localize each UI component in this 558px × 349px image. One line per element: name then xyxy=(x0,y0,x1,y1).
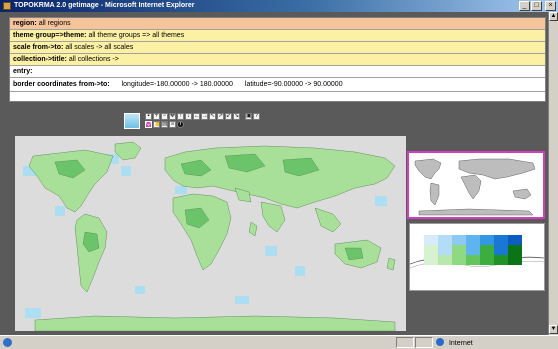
theme-row[interactable]: theme group=>theme: all theme groups => … xyxy=(10,30,545,42)
legend-swatch xyxy=(508,235,522,245)
lock-icon[interactable]: ▪ xyxy=(145,113,152,120)
arrow-left-icon[interactable]: ← xyxy=(193,113,200,120)
legend-swatch xyxy=(424,255,438,265)
window-titlebar: TOPOKRMA 2.0 getimage - Microsoft Intern… xyxy=(0,0,558,12)
scale-value[interactable]: all scales -> all scales xyxy=(65,44,133,51)
collection-value[interactable]: all collections -> xyxy=(69,56,119,63)
arrow-downleft-icon[interactable]: ↙ xyxy=(225,113,232,120)
help-icon[interactable]: ? xyxy=(253,113,260,120)
zoom-out-icon[interactable]: − xyxy=(161,113,168,120)
arrow-down-icon[interactable]: ↓ xyxy=(185,113,192,120)
entry-label: entry: xyxy=(13,68,33,75)
legend-swatch xyxy=(508,255,522,265)
filter-spacer xyxy=(10,92,545,101)
arrow-downright-icon[interactable]: ↘ xyxy=(233,113,240,120)
legend-swatch xyxy=(424,245,438,255)
close-button[interactable]: × xyxy=(545,1,556,11)
legend-swatch xyxy=(466,255,480,265)
arrow-upright-icon[interactable]: ↗ xyxy=(217,113,224,120)
scale-label: scale from->to: xyxy=(13,44,64,51)
collection-row[interactable]: collection->title: all collections -> xyxy=(10,54,545,66)
arrow-right-icon[interactable]: → xyxy=(201,113,208,120)
legend-swatch xyxy=(438,255,452,265)
legend-swatch xyxy=(508,245,522,255)
theme-label: theme group=>theme: xyxy=(13,32,87,39)
legend-swatch xyxy=(480,255,494,265)
map-toolbar: ▪ + − ✥ ↑ ↓ ← → ↖ ↗ ↙ ↘ ▣ ? Q ✋ ▤ ≡ i xyxy=(124,113,299,135)
overview-map-svg[interactable] xyxy=(409,153,543,217)
status-cell xyxy=(396,337,414,348)
page-icon xyxy=(3,338,12,347)
scroll-up-icon[interactable]: ▲ xyxy=(549,12,558,21)
print-icon[interactable]: ▤ xyxy=(161,121,168,128)
pan-icon[interactable]: ✥ xyxy=(169,113,176,120)
filter-panel: region: all regions theme group=>theme: … xyxy=(9,17,546,102)
border-row[interactable]: border coordinates from->to: longitude=-… xyxy=(10,78,545,92)
select-icon[interactable]: ▣ xyxy=(245,113,252,120)
legend-swatch xyxy=(480,235,494,245)
latitude-range[interactable]: latitude=-90.00000 -> 90.00000 xyxy=(245,81,343,88)
ie-icon xyxy=(3,2,11,10)
legend-swatch xyxy=(494,235,508,245)
vertical-scrollbar[interactable]: ▲ ▼ xyxy=(548,12,558,335)
security-zone: Internet xyxy=(436,338,473,348)
status-bar: Internet xyxy=(0,335,558,349)
legend-swatch xyxy=(494,255,508,265)
world-map[interactable] xyxy=(15,136,406,332)
legend-swatch xyxy=(466,235,480,245)
scale-row[interactable]: scale from->to: all scales -> all scales xyxy=(10,42,545,54)
maximize-button[interactable]: □ xyxy=(531,1,542,11)
status-cell xyxy=(415,337,433,348)
region-row[interactable]: region: all regions xyxy=(10,18,545,30)
minimize-button[interactable]: _ xyxy=(519,1,530,11)
legend-panel xyxy=(409,223,545,291)
arrow-up-icon[interactable]: ↑ xyxy=(177,113,184,120)
globe-icon[interactable] xyxy=(124,113,140,129)
legend-swatch xyxy=(424,235,438,245)
hand-icon[interactable]: ✋ xyxy=(153,121,160,128)
info-icon[interactable]: i xyxy=(177,121,184,128)
legend-swatch xyxy=(452,235,466,245)
world-map-svg[interactable] xyxy=(15,136,406,332)
list-icon[interactable]: ≡ xyxy=(169,121,176,128)
legend-swatch xyxy=(452,245,466,255)
legend-swatch xyxy=(438,245,452,255)
region-label: region: xyxy=(13,20,37,27)
legend-swatch xyxy=(438,235,452,245)
legend-swatch xyxy=(494,245,508,255)
arrow-upleft-icon[interactable]: ↖ xyxy=(209,113,216,120)
zoom-in-icon[interactable]: + xyxy=(153,113,160,120)
theme-value[interactable]: all theme groups => all themes xyxy=(88,32,184,39)
query-icon[interactable]: Q xyxy=(145,121,152,128)
overview-map[interactable] xyxy=(407,151,545,219)
legend-color-grid xyxy=(424,235,522,265)
collection-label: collection->title: xyxy=(13,56,67,63)
legend-swatch xyxy=(466,245,480,255)
border-label: border coordinates from->to: xyxy=(13,81,110,88)
legend-swatch xyxy=(452,255,466,265)
entry-row[interactable]: entry: xyxy=(10,66,545,78)
zone-label: Internet xyxy=(448,340,473,347)
globe-zone-icon xyxy=(436,338,444,346)
scroll-down-icon[interactable]: ▼ xyxy=(549,325,558,334)
legend-swatch xyxy=(480,245,494,255)
longitude-range[interactable]: longitude=-180.00000 -> 180.00000 xyxy=(122,81,233,88)
region-value[interactable]: all regions xyxy=(39,20,71,27)
window-title: TOPOKRMA 2.0 getimage - Microsoft Intern… xyxy=(14,2,195,9)
